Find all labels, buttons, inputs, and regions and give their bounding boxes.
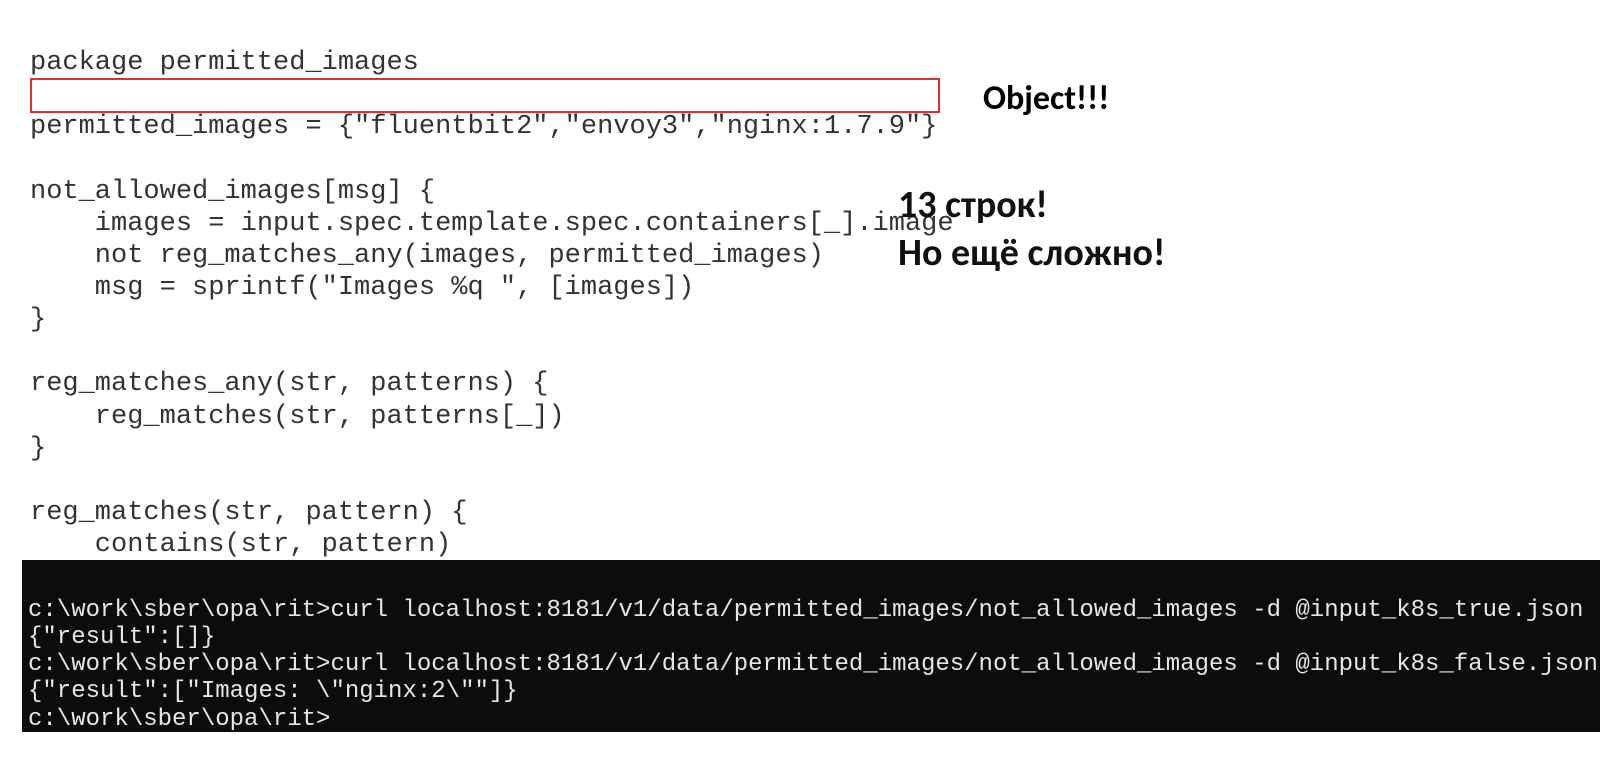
code-line: not_allowed_images[msg] { — [30, 177, 435, 207]
code-line: } — [30, 434, 46, 464]
terminal-line: {"result":["Images: \"nginx:2\""]} — [28, 678, 518, 705]
code-line: permitted_images = {"fluentbit2","envoy3… — [30, 112, 937, 142]
code-line: images = input.spec.template.spec.contai… — [30, 209, 954, 239]
code-line: reg_matches_any(str, patterns) { — [30, 369, 548, 399]
annotation-object: Object!!! — [983, 78, 1109, 119]
code-line: msg = sprintf("Images %q ", [images]) — [30, 273, 694, 303]
terminal-line: c:\work\sber\opa\rit>curl localhost:8181… — [28, 651, 1598, 678]
terminal-line: c:\work\sber\opa\rit>curl localhost:8181… — [28, 597, 1583, 624]
terminal-line: {"result":[]} — [28, 624, 215, 651]
code-line: contains(str, pattern) — [30, 530, 451, 560]
terminal: c:\work\sber\opa\rit>curl localhost:8181… — [22, 560, 1600, 732]
code-line: reg_matches(str, patterns[_]) — [30, 402, 565, 432]
code-line: not reg_matches_any(images, permitted_im… — [30, 241, 824, 271]
terminal-line: c:\work\sber\opa\rit> — [28, 706, 330, 733]
annotation-line-1: 13 строк! — [898, 182, 1165, 230]
code-line: } — [30, 305, 46, 335]
annotation-line-2: Но ещё сложно! — [898, 230, 1165, 278]
code-line: package permitted_images — [30, 48, 419, 78]
annotation-lines-count: 13 строк! Но ещё сложно! — [898, 182, 1165, 277]
code-block: package permitted_images permitted_image… — [30, 15, 960, 625]
slide: package permitted_images permitted_image… — [0, 0, 1600, 768]
code-line: reg_matches(str, pattern) { — [30, 498, 467, 528]
